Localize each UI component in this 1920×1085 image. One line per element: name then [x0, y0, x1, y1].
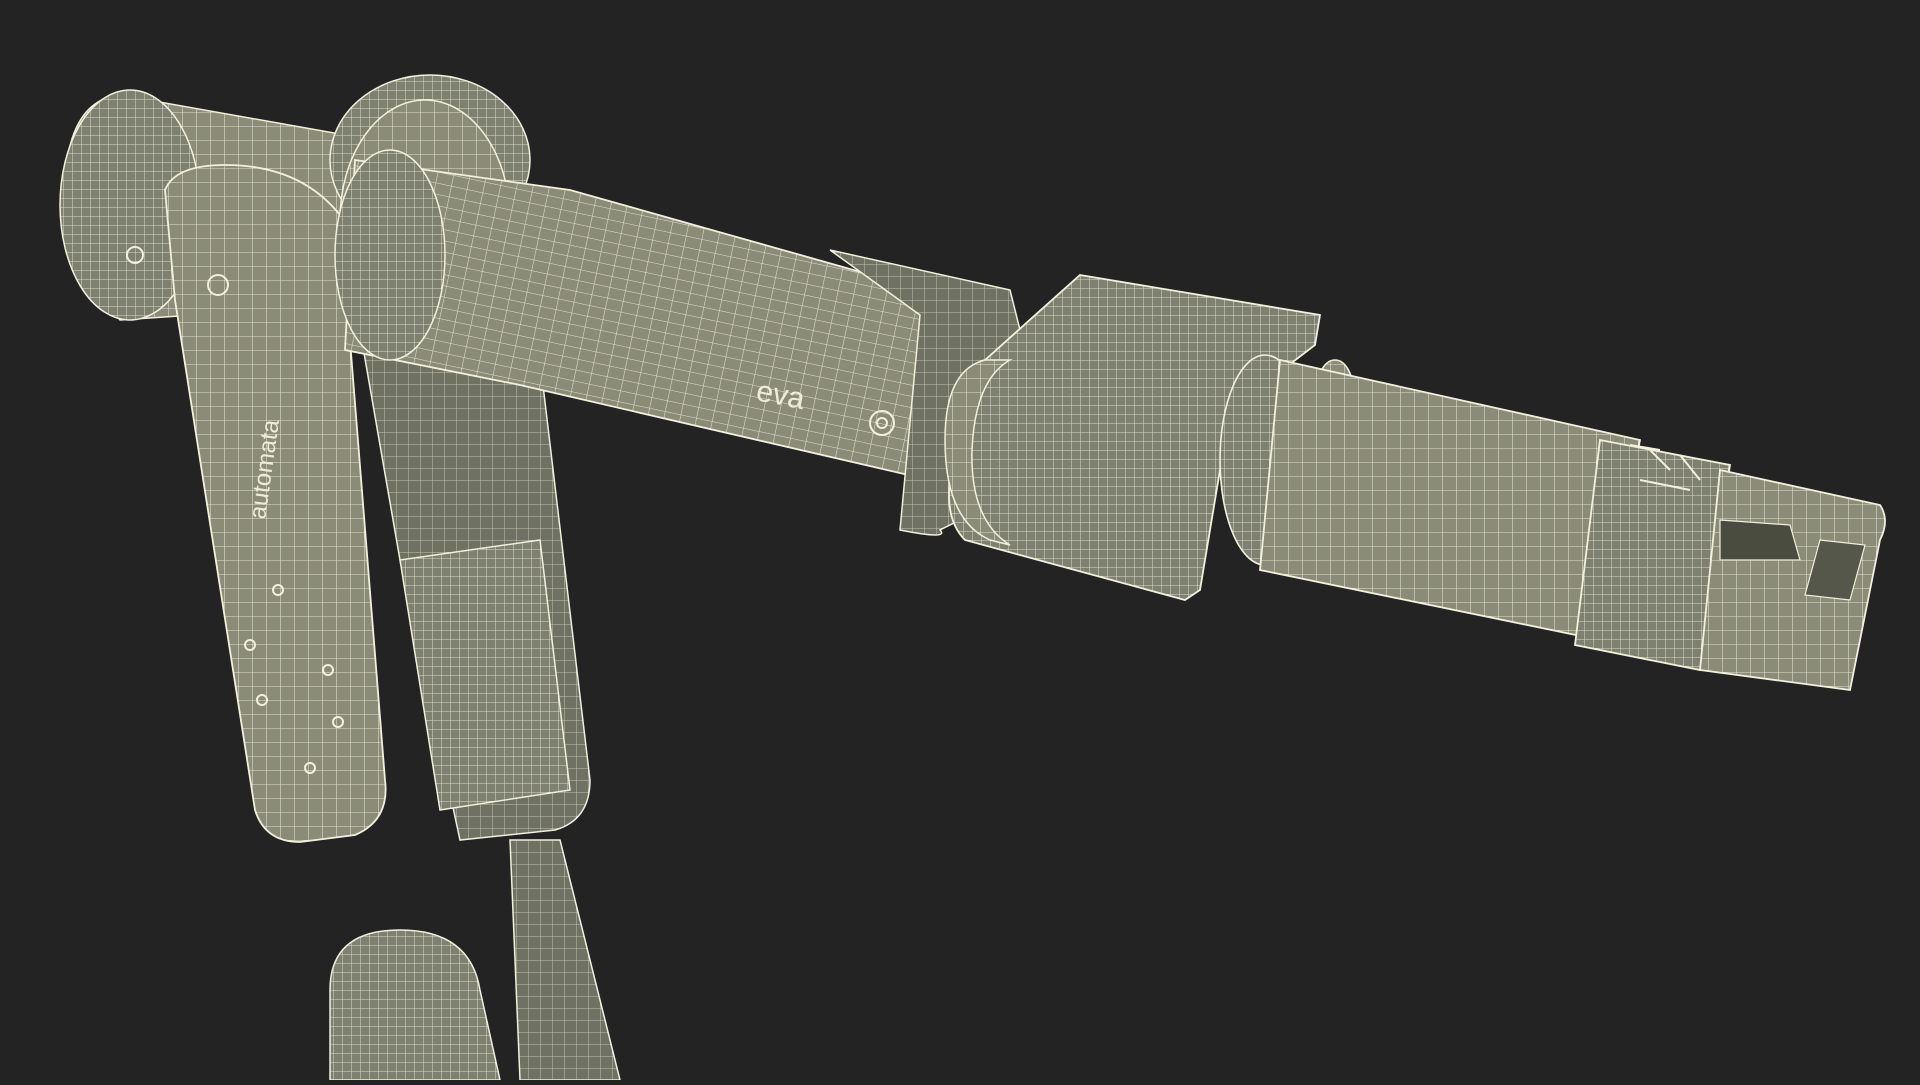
end-effector: [1259, 358, 1886, 692]
robot-arm-render: automata eva: [59, 74, 1886, 1081]
inner-link: [359, 329, 591, 841]
render-viewport: automata eva: [0, 0, 1920, 1081]
lower-link: [329, 839, 621, 1081]
